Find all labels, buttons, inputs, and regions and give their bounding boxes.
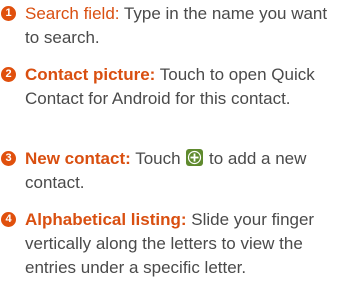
item-description: Touch xyxy=(130,149,186,168)
list-item-search-field: 1 Search field: Type in the name you wan… xyxy=(0,2,340,50)
number-badge: 3 xyxy=(1,151,16,166)
item-term: Contact picture: xyxy=(25,65,156,84)
item-term: Alphabetical listing: xyxy=(25,210,187,229)
number-badge: 2 xyxy=(1,67,16,82)
item-text: Contact picture: Touch to open Quick Con… xyxy=(25,63,340,111)
number-badge: 4 xyxy=(1,212,16,227)
number-badge: 1 xyxy=(1,6,16,21)
item-term: New contact: xyxy=(25,149,131,168)
list-item-contact-picture: 2 Contact picture: Touch to open Quick C… xyxy=(0,63,340,111)
item-term: Search field xyxy=(25,4,115,23)
list-item-alphabetical-listing: 4 Alphabetical listing: Slide your finge… xyxy=(0,208,340,280)
list-item-new-contact: 3 New contact: Touch to add a new contac… xyxy=(0,147,340,195)
item-text: New contact: Touch to add a new contact. xyxy=(25,147,340,195)
item-text: Search field: Type in the name you want … xyxy=(25,2,340,50)
add-contact-plus-icon xyxy=(186,149,204,166)
item-text: Alphabetical listing: Slide your finger … xyxy=(25,208,340,280)
instruction-list: 1 Search field: Type in the name you wan… xyxy=(0,0,344,284)
